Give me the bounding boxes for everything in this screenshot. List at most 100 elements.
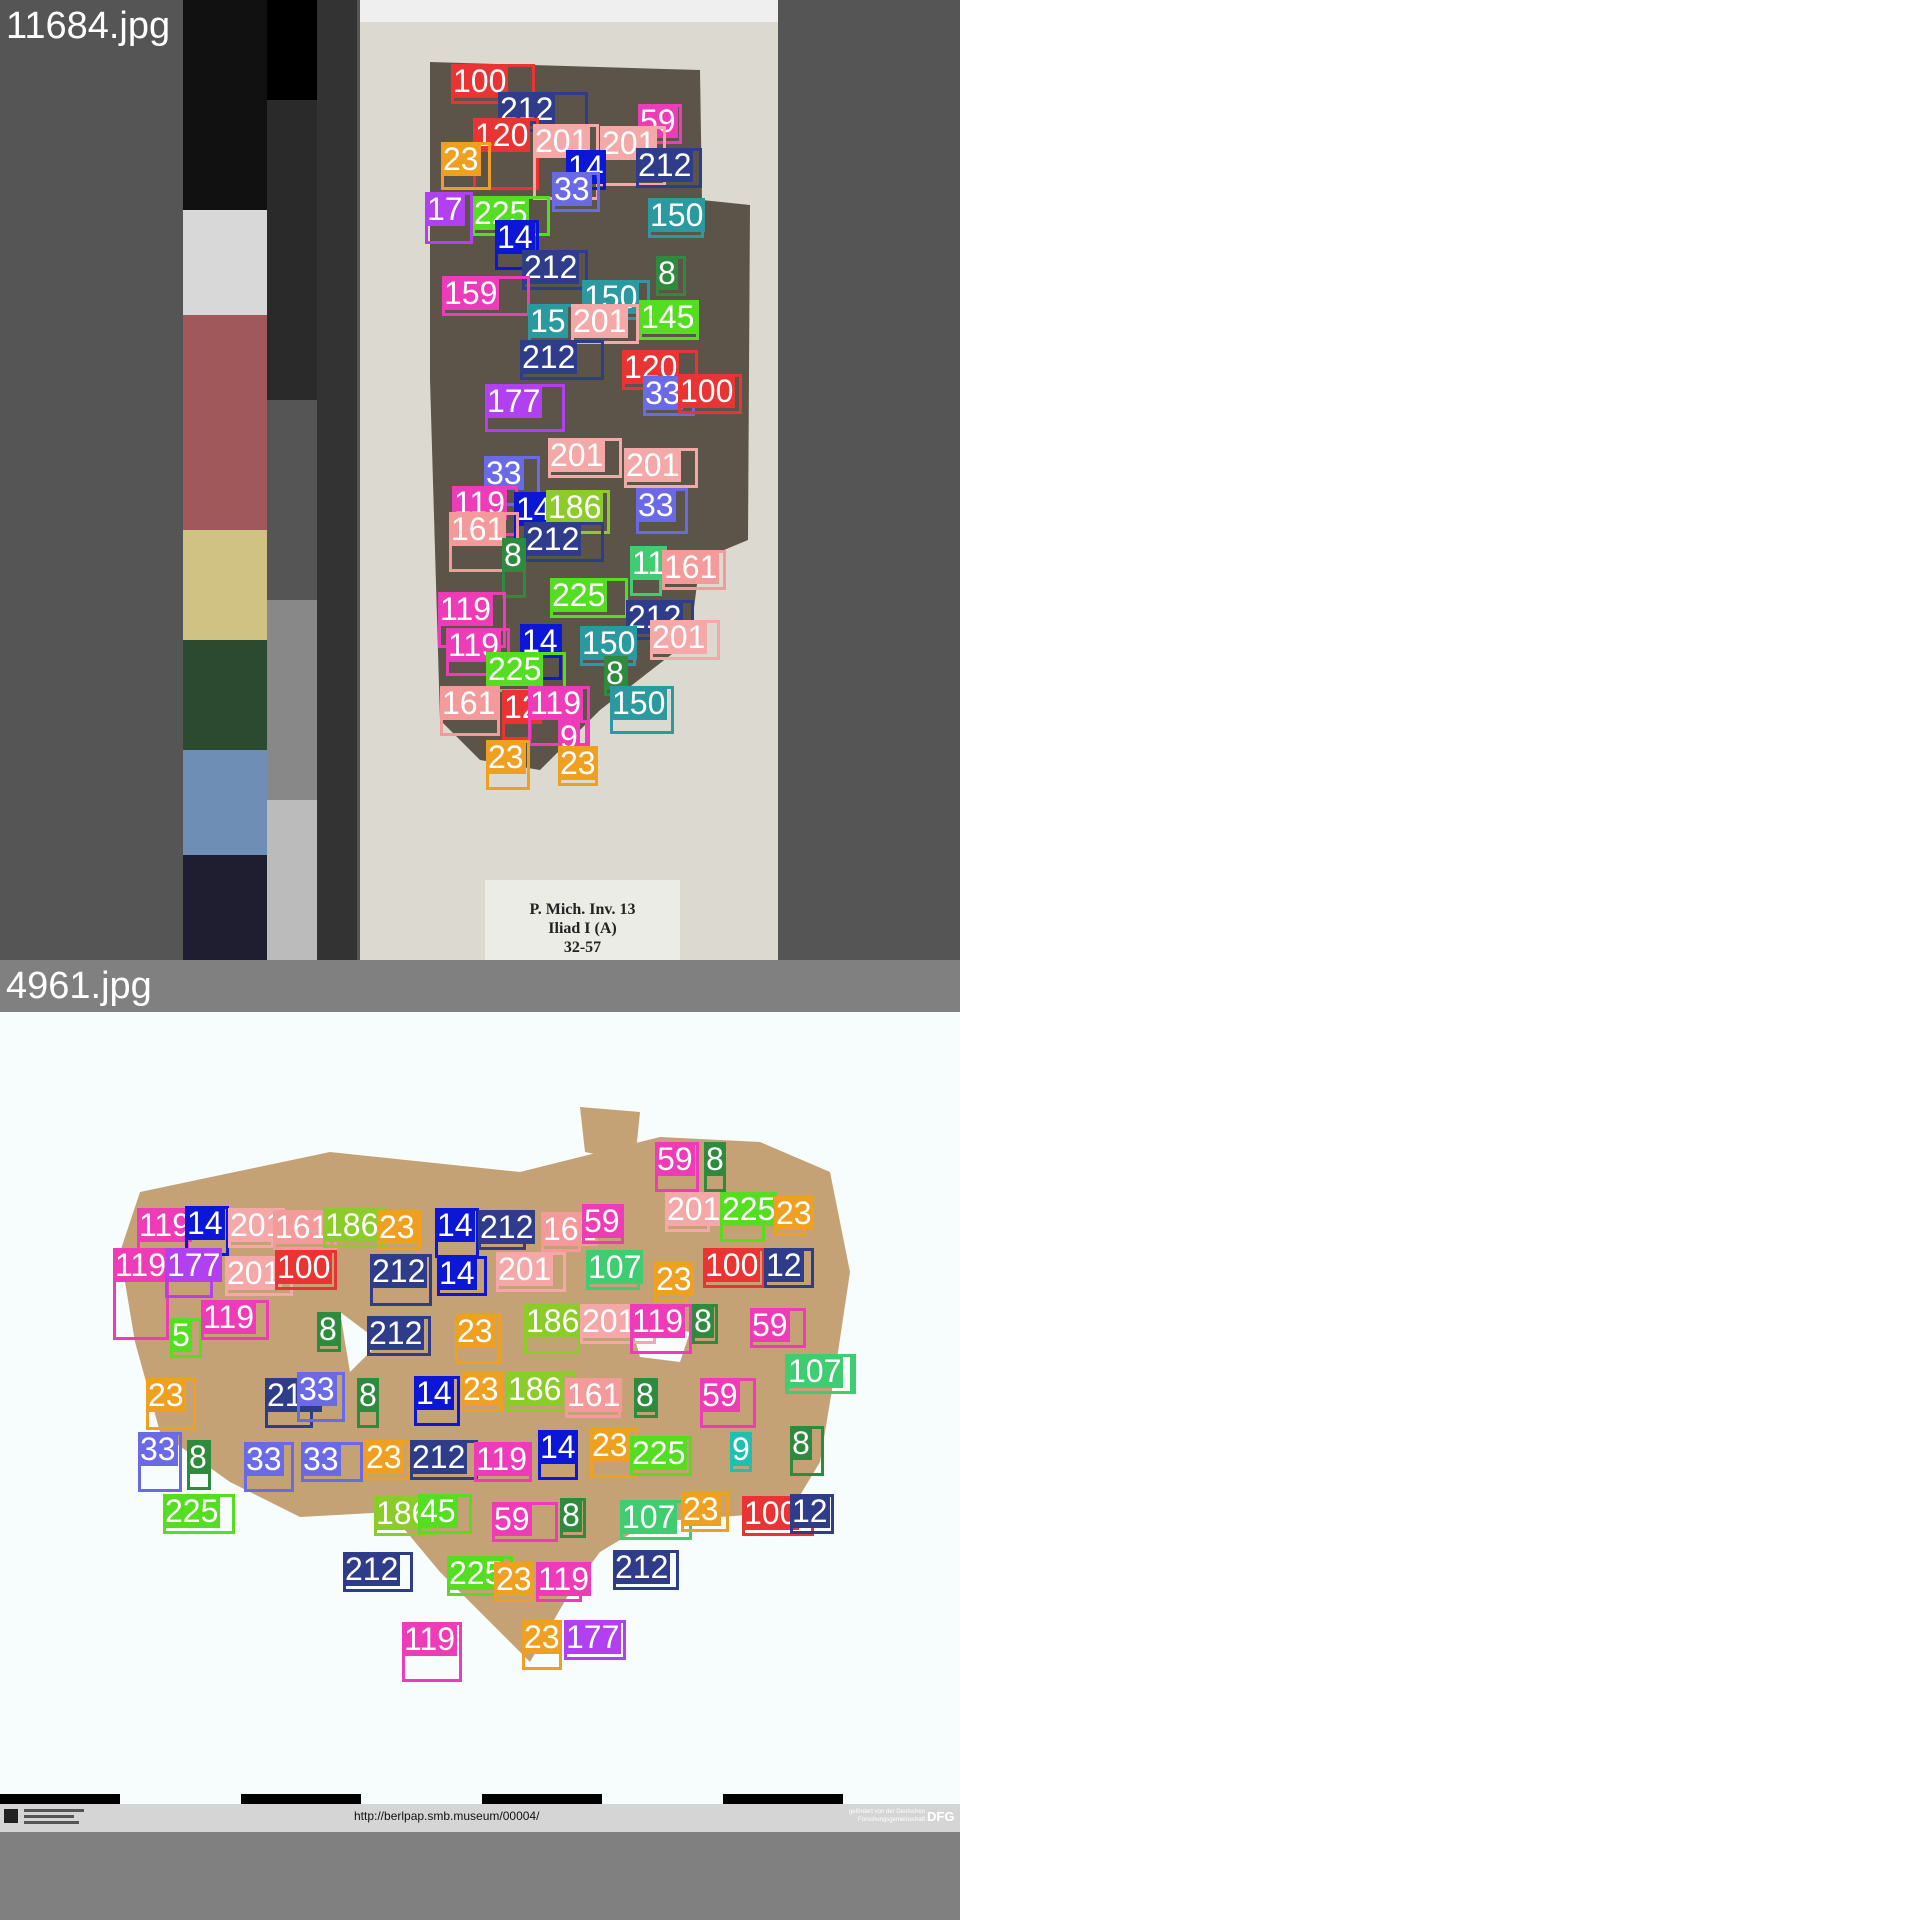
- detection-label: 177: [485, 383, 543, 419]
- papyrus-image-1: 100 212 59 120 201 201 212 23 14 33 225 17 150 14 212 1…: [0, 0, 960, 960]
- detection-label: 17: [425, 191, 465, 227]
- detection-box: 186: [323, 1208, 385, 1248]
- detection-label: 14: [435, 1207, 475, 1243]
- filename-label-1: 11684.jpg: [6, 5, 171, 47]
- detection-box: 8: [187, 1440, 211, 1490]
- detection-box: 33: [244, 1442, 294, 1492]
- detection-box: 11: [630, 546, 668, 596]
- filename-label-2: 4961.jpg: [6, 965, 152, 1007]
- detection-label: 186: [323, 1207, 381, 1243]
- detection-box: 107: [786, 1354, 856, 1394]
- detection-label: 119: [113, 1247, 169, 1283]
- detection-label: 119: [536, 1561, 592, 1597]
- detection-label: 23: [146, 1377, 186, 1413]
- detection-box: 161: [440, 686, 500, 736]
- detection-box: 119: [113, 1248, 169, 1340]
- dfg-logo: DFG: [927, 1809, 955, 1824]
- detection-box: 8: [560, 1498, 586, 1538]
- detection-box: 23: [377, 1210, 421, 1250]
- detection-box: 23: [558, 746, 598, 786]
- detection-label: 8: [692, 1303, 714, 1339]
- detection-label: 14: [185, 1205, 225, 1241]
- detection-label: 161: [449, 511, 507, 547]
- detection-label: 201: [571, 303, 629, 339]
- detection-box: 14: [538, 1430, 578, 1480]
- detection-label: 161: [662, 549, 720, 585]
- detection-box: 59: [750, 1308, 806, 1348]
- detection-label: 45: [418, 1493, 458, 1529]
- detection-box: 8: [692, 1304, 718, 1344]
- detection-box: 12: [764, 1248, 814, 1288]
- detection-box: 15: [528, 304, 574, 344]
- detection-box: 8: [656, 256, 686, 296]
- detection-box: 59: [700, 1378, 756, 1428]
- detection-box: 212: [520, 340, 604, 380]
- panel-2-header: 4961.jpg: [0, 960, 960, 1012]
- detection-box: 186: [524, 1304, 582, 1354]
- detection-box: 212: [522, 250, 588, 290]
- detection-label: 150: [648, 197, 706, 233]
- footer-url[interactable]: http://berlpap.smb.museum/00004/: [354, 1808, 539, 1824]
- detection-box: 5: [170, 1318, 202, 1358]
- detection-label: 12: [790, 1493, 830, 1529]
- detection-label: 201: [548, 437, 606, 473]
- detection-label: 8: [502, 537, 524, 573]
- detection-label: 23: [441, 141, 481, 177]
- detection-label: 9: [730, 1431, 752, 1467]
- detection-label: 212: [410, 1439, 468, 1475]
- detection-box: 212: [410, 1440, 478, 1480]
- detection-label: 177: [165, 1247, 223, 1283]
- detection-label: 15: [528, 303, 568, 339]
- detection-label: 8: [357, 1377, 379, 1413]
- detection-label: 8: [656, 255, 678, 291]
- image-panel-2: 4961.jpg 59 8 201 225 23 119 14 201 161 186 23 14 21…: [0, 960, 960, 1920]
- detection-label: 177: [564, 1619, 622, 1655]
- detection-label: 225: [720, 1191, 778, 1227]
- inventory-label-line-2: Iliad I (A): [548, 920, 617, 937]
- detection-label: 23: [486, 739, 526, 775]
- detection-label: 8: [634, 1377, 656, 1413]
- detection-box: 201: [665, 1192, 723, 1232]
- detection-label: 119: [137, 1207, 193, 1243]
- detection-box: 119: [630, 1304, 692, 1354]
- detection-label: 119: [402, 1621, 458, 1657]
- detection-label: 33: [297, 1371, 337, 1407]
- detection-label: 201: [650, 619, 708, 655]
- detection-box: 201: [228, 1208, 286, 1248]
- detection-label: 225: [630, 1435, 688, 1471]
- detection-box: 212: [524, 522, 604, 562]
- detection-label: 59: [750, 1307, 790, 1343]
- detection-box: 212: [478, 1210, 536, 1250]
- detection-label: 201: [624, 447, 682, 483]
- detection-box: 161: [541, 1212, 599, 1252]
- detection-box: 225: [550, 578, 628, 618]
- detection-label: 212: [343, 1551, 401, 1587]
- detection-label: 23: [494, 1561, 534, 1597]
- detection-label: 201: [496, 1251, 554, 1287]
- image-panel-1: 100 212 59 120 201 201 212 23 14 33 225 17 150 14 212 1…: [0, 0, 960, 960]
- detection-label: 59: [582, 1203, 622, 1239]
- detection-box: 119: [536, 1562, 592, 1602]
- detection-label: 23: [774, 1195, 814, 1231]
- detection-box: 212: [343, 1552, 413, 1592]
- detection-box: 225: [163, 1494, 235, 1534]
- detection-box: 14: [414, 1376, 460, 1426]
- detection-label: 107: [586, 1249, 644, 1285]
- detection-label: 119: [201, 1299, 257, 1335]
- detection-box: 201: [624, 448, 698, 488]
- detection-box: 9: [730, 1432, 752, 1472]
- inventory-label-line-1: P. Mich. Inv. 13: [529, 901, 636, 918]
- detection-box: 100: [703, 1248, 765, 1288]
- detection-label: 119: [630, 1303, 686, 1339]
- detection-label: 212: [370, 1253, 428, 1289]
- detection-box: 150: [610, 686, 674, 734]
- detection-box: 23: [494, 1562, 534, 1602]
- detection-box: 23: [146, 1378, 196, 1430]
- detection-box: 212: [613, 1550, 679, 1590]
- detection-label: 14: [538, 1429, 578, 1465]
- detection-label: 212: [522, 249, 580, 285]
- detection-label: 107: [620, 1499, 678, 1535]
- detection-box: 161: [565, 1378, 623, 1418]
- detection-box: 107: [586, 1249, 644, 1290]
- detection-label: 23: [455, 1313, 495, 1349]
